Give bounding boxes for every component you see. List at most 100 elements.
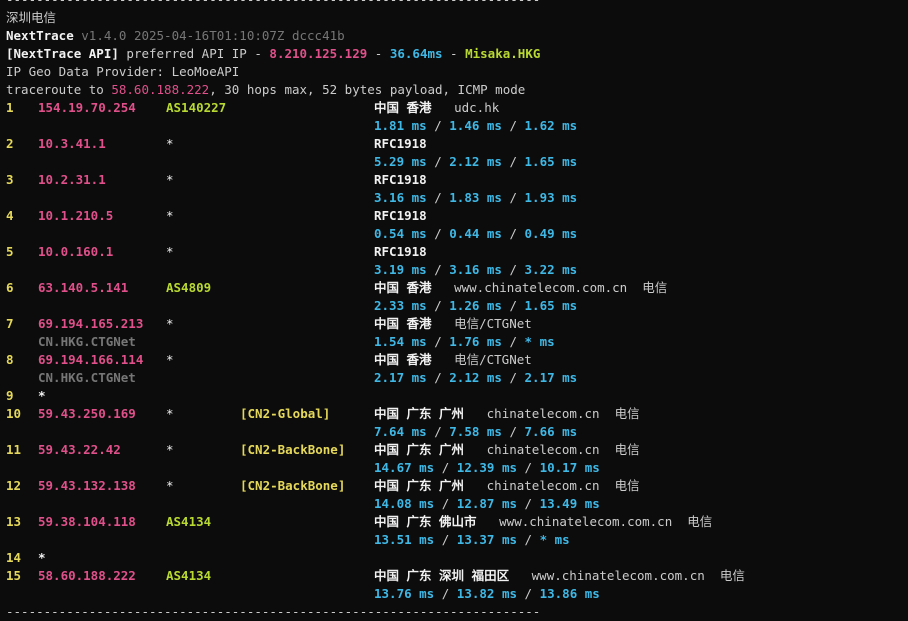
hop-isp: 电信 [642, 280, 668, 295]
hop-number: 1 [6, 100, 14, 115]
hop-ip: 63.140.5.141 [38, 280, 129, 295]
hop-number: 12 [6, 478, 22, 493]
hop-asn: * [166, 406, 174, 421]
hop-latency: 3.16 ms / 1.83 ms / 1.93 ms [374, 190, 578, 205]
latency-value: 14.67 ms [374, 460, 435, 475]
api-sep: - [442, 46, 466, 61]
hop-latency: 14.08 ms / 12.87 ms / 13.49 ms [374, 496, 600, 511]
hop-asn: * [166, 244, 174, 259]
hop-latency: 7.64 ms / 7.58 ms / 7.66 ms [374, 424, 578, 439]
latency-value: 1.81 ms [374, 118, 427, 133]
latency-value: 13.82 ms [456, 586, 518, 601]
hop-asn: AS4134 [166, 568, 212, 583]
hop-isp: 电信 [687, 514, 713, 529]
hop-number: 3 [6, 172, 14, 187]
hop-number: 15 [6, 568, 22, 583]
hop-location: 中国 香港 [374, 352, 432, 367]
hop-latency: 14.67 ms / 12.39 ms / 10.17 ms [374, 460, 600, 475]
hop-location: RFC1918 [374, 208, 427, 223]
latency-value: 2.12 ms [449, 154, 502, 169]
hop-location: 中国 广东 广州 [374, 406, 465, 421]
hop-ip: 69.194.166.114 [38, 352, 144, 367]
hop-latency: 1.54 ms / 1.76 ms / * ms [374, 334, 555, 349]
latency-value: 0.44 ms [449, 226, 502, 241]
latency-value: 1.65 ms [524, 298, 578, 313]
hop-location: 中国 香港 [374, 280, 432, 295]
hop-number: 8 [6, 352, 14, 367]
location-title: 深圳电信 [6, 10, 57, 25]
hop-asn: AS140227 [166, 100, 227, 115]
hop-location: RFC1918 [374, 172, 427, 187]
latency-value: 1.93 ms [524, 190, 578, 205]
hop-ip: 10.1.210.5 [38, 208, 114, 223]
app-name: NextTrace [6, 28, 74, 43]
hop-location: 中国 香港 [374, 316, 432, 331]
hop-asn: * [166, 478, 174, 493]
hop-host: www.chinatelecom.com.cn [454, 280, 628, 295]
latency-value: * ms [524, 334, 555, 349]
latency-value: 7.58 ms [449, 424, 502, 439]
latency-value: * ms [539, 532, 570, 547]
latency-value: 12.39 ms [456, 460, 518, 475]
hop-isp: 电信 [614, 478, 640, 493]
hop-latency: 2.33 ms / 1.26 ms / 1.65 ms [374, 298, 578, 313]
hop-asn: * [166, 442, 174, 457]
hop-asn: * [166, 352, 174, 367]
hop-geo: 中国 香港 电信/CTGNet [374, 315, 532, 333]
api-line: [NextTrace API] preferred API IP - 8.210… [6, 45, 540, 63]
hop-ip: 59.43.22.42 [38, 442, 121, 457]
latency-value: 13.76 ms [374, 586, 435, 601]
hop-number: 13 [6, 514, 22, 529]
api-latency: 36.64ms [389, 46, 443, 61]
traceroute-prefix: traceroute to [6, 82, 112, 97]
latency-value: 3.22 ms [524, 262, 578, 277]
rule-top: ----------------------------------------… [6, 0, 540, 9]
hop-host: chinatelecom.cn [486, 478, 600, 493]
app-header: NextTrace v1.4.0 2025-04-16T01:10:07Z dc… [6, 27, 345, 45]
hop-asn: AS4809 [166, 280, 212, 295]
latency-value: 2.17 ms [374, 370, 427, 385]
traceroute-line: traceroute to 58.60.188.222, 30 hops max… [6, 81, 525, 99]
hop-geo: RFC1918 [374, 171, 427, 189]
hop-host: udc.hk [454, 100, 500, 115]
hop-geo: 中国 广东 深圳 福田区 www.chinatelecom.com.cn 电信 [374, 567, 745, 585]
hop-asn: * [166, 208, 174, 223]
hop-ip: 59.43.132.138 [38, 478, 136, 493]
hop-number: 10 [6, 406, 22, 421]
latency-value: 10.17 ms [539, 460, 600, 475]
hop-geo: 中国 香港 udc.hk [374, 99, 499, 117]
hop-host: www.chinatelecom.com.cn [499, 514, 673, 529]
latency-value: 1.46 ms [449, 118, 502, 133]
latency-value: 13.49 ms [539, 496, 600, 511]
latency-value: 1.54 ms [374, 334, 427, 349]
hop-asn: * [166, 316, 174, 331]
latency-value: 0.49 ms [524, 226, 578, 241]
latency-value: 1.83 ms [449, 190, 502, 205]
hop-location: 中国 广东 佛山市 [374, 514, 477, 529]
hop-tag: [CN2-BackBone] [240, 442, 346, 457]
hop-location: RFC1918 [374, 244, 427, 259]
hop-isp: 电信 [614, 406, 640, 421]
latency-value: 2.17 ms [524, 370, 578, 385]
hop-tag: [CN2-Global] [240, 406, 331, 421]
rule-bottom: ----------------------------------------… [6, 604, 541, 619]
terminal-window: ----------------------------------------… [0, 0, 908, 619]
hop-asn: AS4134 [166, 514, 212, 529]
hop-ip: * [38, 550, 46, 565]
latency-value: 13.51 ms [374, 532, 435, 547]
hop-number: 14 [6, 550, 22, 565]
hop-location: 中国 广东 广州 [374, 442, 465, 457]
latency-value: 7.64 ms [374, 424, 427, 439]
hop-isp: 电信 [614, 442, 640, 457]
latency-value: 3.16 ms [374, 190, 427, 205]
latency-value: 3.19 ms [374, 262, 427, 277]
latency-value: 1.76 ms [449, 334, 502, 349]
hop-number: 11 [6, 442, 22, 457]
hop-latency: 13.51 ms / 13.37 ms / * ms [374, 532, 570, 547]
hop-number: 4 [6, 208, 14, 223]
latency-value: 14.08 ms [374, 496, 435, 511]
hop-latency: 3.19 ms / 3.16 ms / 3.22 ms [374, 262, 578, 277]
traceroute-target: 58.60.188.222 [111, 82, 210, 97]
hop-number: 2 [6, 136, 14, 151]
hop-tag: [CN2-BackBone] [240, 478, 346, 493]
